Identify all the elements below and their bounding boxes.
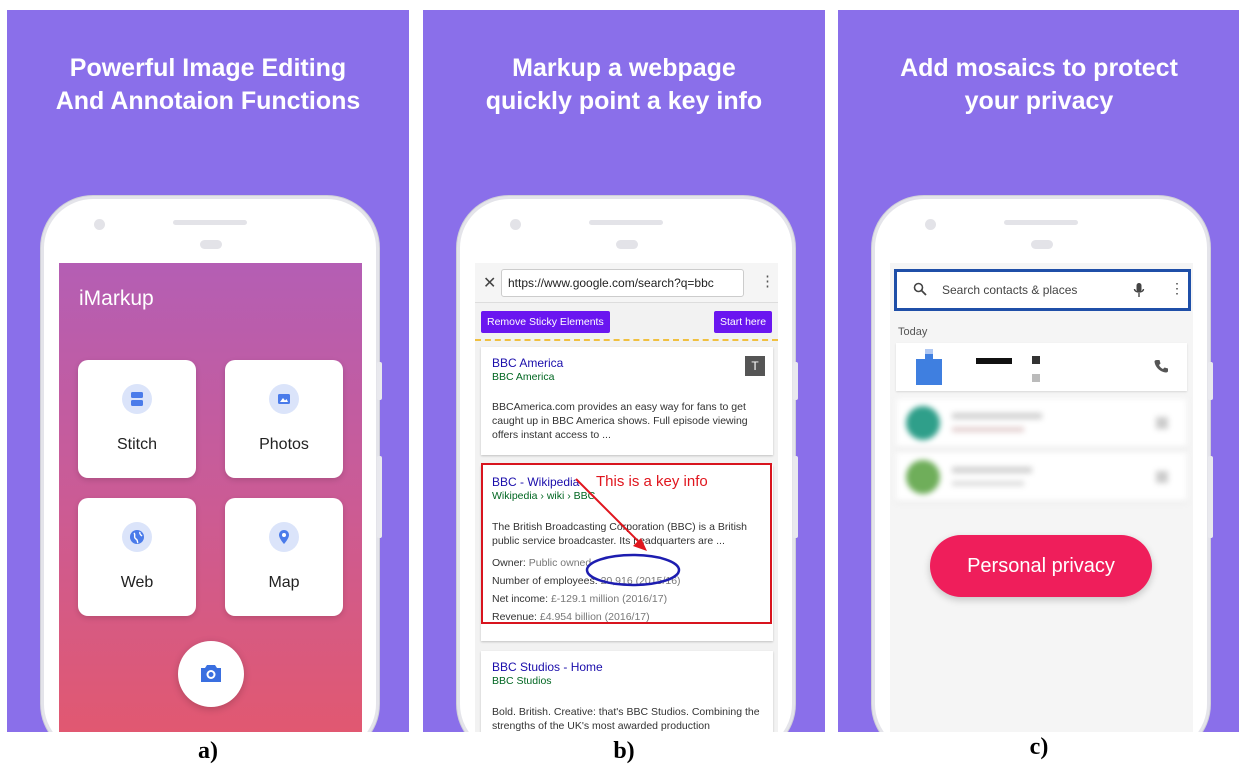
- personal-privacy-button[interactable]: Personal privacy: [930, 535, 1152, 597]
- proximity-sensor: [616, 240, 638, 249]
- map-pin-icon: [269, 522, 299, 552]
- phone-screen: Search contacts & places ⋮ Today Persona…: [890, 263, 1193, 732]
- heading-line: quickly point a key info: [485, 87, 763, 115]
- phone-side-button: [377, 362, 382, 400]
- phone-side-button: [377, 456, 382, 538]
- highlight-ellipse: [585, 553, 681, 587]
- panel-heading: Powerful Image Editing And Annotaion Fun…: [7, 52, 409, 118]
- proximity-sensor: [200, 240, 222, 249]
- stitch-icon: [122, 384, 152, 414]
- mosaic-block: [976, 358, 1012, 364]
- more-menu-icon[interactable]: ⋮: [1170, 280, 1184, 297]
- microphone-icon[interactable]: [1133, 282, 1145, 298]
- camera-button[interactable]: [178, 641, 244, 707]
- phone-side-button: [1208, 456, 1213, 538]
- phone-frame: ✕ https://www.google.com/search?q=bbc ⋮ …: [457, 196, 795, 732]
- front-camera: [925, 219, 936, 230]
- panel-heading: Add mosaics to protect your privacy: [838, 52, 1239, 118]
- annotation-arrow[interactable]: [475, 263, 778, 732]
- blurred-text: [952, 481, 1024, 486]
- stitch-tile[interactable]: Stitch: [78, 360, 196, 478]
- front-camera: [510, 219, 521, 230]
- earpiece-speaker: [1004, 220, 1078, 225]
- search-placeholder: Search contacts & places: [942, 283, 1078, 297]
- phone-call-icon[interactable]: [1156, 471, 1168, 483]
- phone-call-icon[interactable]: [1156, 417, 1168, 429]
- map-tile[interactable]: Map: [225, 498, 343, 616]
- web-tile[interactable]: Web: [78, 498, 196, 616]
- phone-side-button: [793, 456, 798, 538]
- annotation-layer: This is a key info: [475, 263, 778, 732]
- call-log-row[interactable]: [896, 399, 1187, 447]
- phone-screen: iMarkup Stitch Photos Web Map: [59, 263, 362, 732]
- phone-call-icon[interactable]: [1154, 359, 1168, 373]
- mosaic-block: [1032, 374, 1040, 382]
- panel-privacy: Add mosaics to protect your privacy Sear…: [838, 10, 1239, 732]
- figure-caption: b): [613, 738, 635, 764]
- app-title: iMarkup: [79, 287, 154, 310]
- heading-line: And Annotaion Functions: [55, 87, 361, 115]
- contact-avatar-icon: [916, 349, 942, 385]
- image-icon: [269, 384, 299, 414]
- search-icon: [913, 282, 927, 296]
- figure-caption: c): [1029, 734, 1049, 760]
- phone-frame: Search contacts & places ⋮ Today Persona…: [872, 196, 1210, 732]
- blurred-text: [952, 467, 1032, 473]
- figure-caption: a): [198, 738, 218, 764]
- tile-label: Web: [120, 574, 154, 591]
- camera-icon: [201, 665, 221, 682]
- blurred-text: [952, 413, 1042, 419]
- phone-side-button: [1208, 362, 1213, 400]
- heading-line: Markup a webpage: [512, 54, 736, 82]
- call-log-row[interactable]: [896, 343, 1187, 391]
- globe-icon: [122, 522, 152, 552]
- section-label: Today: [898, 326, 928, 338]
- call-log-row[interactable]: [896, 453, 1187, 501]
- earpiece-speaker: [173, 220, 247, 225]
- contact-avatar: [906, 460, 940, 494]
- tile-label: Map: [268, 574, 300, 591]
- tile-label: Stitch: [116, 436, 157, 453]
- earpiece-speaker: [589, 220, 663, 225]
- blurred-text: [952, 427, 1024, 432]
- photos-tile[interactable]: Photos: [225, 360, 343, 478]
- panel-heading: Markup a webpage quickly point a key inf…: [423, 52, 825, 118]
- tile-label: Photos: [259, 436, 309, 453]
- panel-imarkup: Powerful Image Editing And Annotaion Fun…: [7, 10, 409, 732]
- phone-frame: iMarkup Stitch Photos Web Map: [41, 196, 379, 732]
- contact-avatar: [906, 406, 940, 440]
- heading-line: your privacy: [964, 87, 1114, 115]
- panel-web-markup: Markup a webpage quickly point a key inf…: [423, 10, 825, 732]
- contacts-search-bar[interactable]: Search contacts & places ⋮: [894, 269, 1191, 311]
- proximity-sensor: [1031, 240, 1053, 249]
- heading-line: Powerful Image Editing: [69, 54, 347, 82]
- front-camera: [94, 219, 105, 230]
- mosaic-block: [1032, 356, 1040, 364]
- phone-side-button: [793, 362, 798, 400]
- heading-line: Add mosaics to protect: [900, 54, 1178, 82]
